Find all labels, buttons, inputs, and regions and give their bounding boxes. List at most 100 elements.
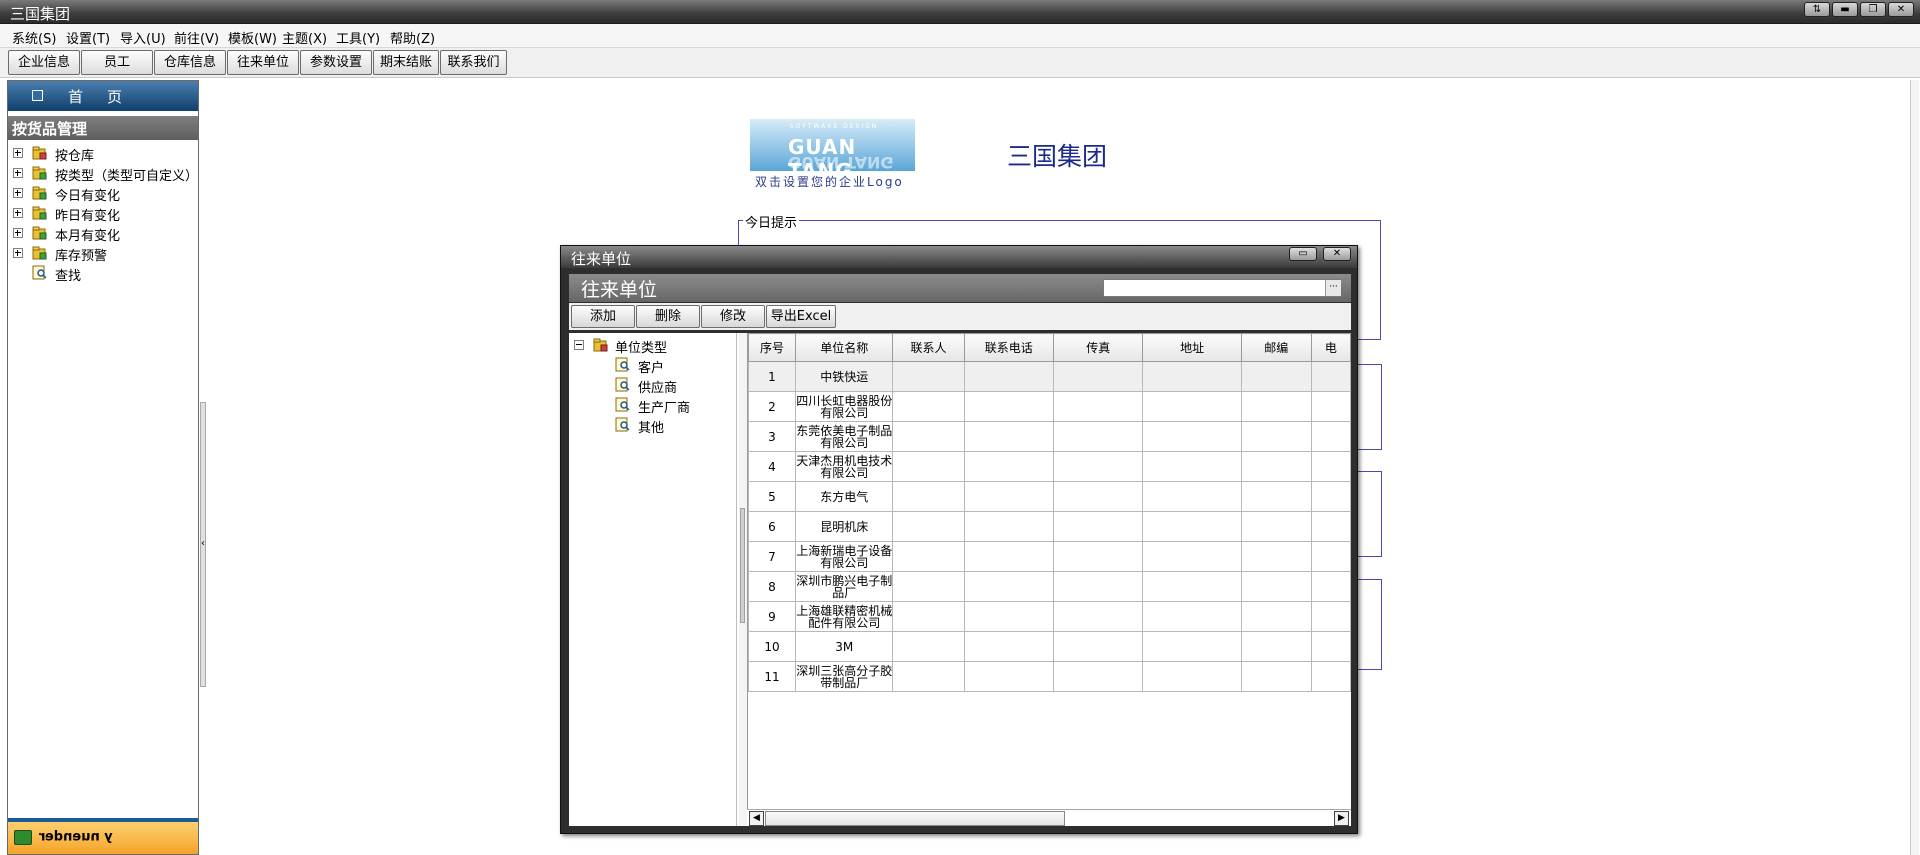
row-number-cell[interactable]: 10: [748, 631, 796, 662]
table-cell[interactable]: [1240, 391, 1312, 422]
column-header[interactable]: 序号: [748, 333, 796, 362]
menu-tools[interactable]: 工具(Y): [336, 28, 380, 47]
table-cell[interactable]: [1310, 511, 1351, 542]
unit-name-cell[interactable]: 上海新瑞电子设备有限公司: [794, 541, 894, 572]
unit-name-cell[interactable]: 深圳市鹏兴电子制品厂: [794, 571, 894, 602]
table-row[interactable]: 1 中铁快运: [748, 361, 1351, 392]
grid-horizontal-scrollbar[interactable]: ◀ ▶: [747, 809, 1351, 826]
row-number-cell[interactable]: 6: [748, 511, 796, 542]
expand-icon[interactable]: [13, 188, 23, 198]
dialog-splitter[interactable]: [739, 333, 747, 826]
column-header[interactable]: 电: [1310, 333, 1351, 362]
menu-import[interactable]: 导入(U): [120, 28, 166, 47]
table-cell[interactable]: [1142, 481, 1242, 512]
table-row[interactable]: 11 深圳三张高分子胶带制品厂: [748, 661, 1351, 692]
more-icon[interactable]: ···: [1325, 280, 1341, 296]
unit-name-cell[interactable]: 深圳三张高分子胶带制品厂: [794, 661, 894, 692]
table-cell[interactable]: [1310, 661, 1351, 692]
table-cell[interactable]: [1240, 361, 1312, 392]
scroll-arrows-icon[interactable]: ⇅: [1804, 2, 1830, 17]
table-cell[interactable]: [963, 451, 1054, 482]
minimize-icon[interactable]: ▬: [1832, 2, 1858, 17]
column-header[interactable]: 传真: [1052, 333, 1144, 362]
table-cell[interactable]: [963, 601, 1054, 632]
table-cell[interactable]: [963, 661, 1054, 692]
column-header[interactable]: 联系人: [892, 333, 965, 362]
table-cell[interactable]: [1052, 661, 1144, 692]
menu-template[interactable]: 模板(W): [228, 28, 277, 47]
row-number-cell[interactable]: 4: [748, 451, 796, 482]
collapse-icon[interactable]: [574, 340, 584, 350]
column-header[interactable]: 联系电话: [963, 333, 1054, 362]
close-icon[interactable]: ✕: [1323, 247, 1351, 261]
table-cell[interactable]: [1240, 541, 1312, 572]
table-cell[interactable]: [963, 541, 1054, 572]
home-tab[interactable]: 首页: [8, 81, 198, 111]
maximize-icon[interactable]: ▭: [1289, 247, 1317, 261]
toolbar-company-info-button[interactable]: 企业信息: [8, 50, 80, 75]
table-cell[interactable]: [963, 391, 1054, 422]
row-number-cell[interactable]: 7: [748, 541, 796, 572]
scroll-right-icon[interactable]: ▶: [1334, 811, 1349, 826]
menu-system[interactable]: 系统(S): [12, 28, 56, 47]
table-cell[interactable]: [963, 421, 1054, 452]
table-cell[interactable]: [1240, 571, 1312, 602]
table-cell[interactable]: [1240, 601, 1312, 632]
table-cell[interactable]: [1052, 601, 1144, 632]
table-cell[interactable]: [892, 631, 965, 662]
restore-icon[interactable]: ❐: [1860, 2, 1886, 17]
row-number-cell[interactable]: 9: [748, 601, 796, 632]
menu-settings[interactable]: 设置(T): [66, 28, 110, 47]
table-cell[interactable]: [1310, 541, 1351, 572]
toolbar-parameters-button[interactable]: 参数设置: [300, 50, 372, 75]
table-cell[interactable]: [1052, 541, 1144, 572]
table-row[interactable]: 7 上海新瑞电子设备有限公司: [748, 541, 1351, 572]
table-cell[interactable]: [1310, 601, 1351, 632]
row-number-cell[interactable]: 1: [748, 361, 796, 392]
delete-button[interactable]: 删除: [636, 305, 700, 328]
scroll-thumb[interactable]: [765, 811, 1065, 826]
table-cell[interactable]: [963, 481, 1054, 512]
toolbar-period-close-button[interactable]: 期末结账: [373, 50, 439, 75]
table-cell[interactable]: [892, 391, 965, 422]
table-cell[interactable]: [1142, 631, 1242, 662]
table-cell[interactable]: [1052, 511, 1144, 542]
table-row[interactable]: 8 深圳市鹏兴电子制品厂: [748, 571, 1351, 602]
expand-icon[interactable]: [13, 208, 23, 218]
table-cell[interactable]: [1052, 391, 1144, 422]
dialog-title-bar[interactable]: 往来单位 ▭ ✕: [561, 246, 1357, 268]
toolbar-partners-button[interactable]: 往来单位: [227, 50, 299, 75]
toolbar-warehouse-button[interactable]: 仓库信息: [154, 50, 226, 75]
row-number-cell[interactable]: 11: [748, 661, 796, 692]
table-cell[interactable]: [1142, 361, 1242, 392]
table-cell[interactable]: [892, 541, 965, 572]
table-row[interactable]: 6 昆明机床: [748, 511, 1351, 542]
table-cell[interactable]: [1142, 421, 1242, 452]
table-cell[interactable]: [1142, 661, 1242, 692]
sidebar-bottom-panel[interactable]: ɹǝpuǝnu ʎ: [8, 818, 198, 854]
splitter-handle[interactable]: [740, 508, 745, 623]
table-cell[interactable]: [892, 451, 965, 482]
table-cell[interactable]: [1052, 361, 1144, 392]
table-cell[interactable]: [1310, 481, 1351, 512]
edit-button[interactable]: 修改: [701, 305, 765, 328]
table-cell[interactable]: [1052, 451, 1144, 482]
table-row[interactable]: 2 四川长虹电器股份有限公司: [748, 391, 1351, 422]
row-number-cell[interactable]: 5: [748, 481, 796, 512]
table-cell[interactable]: [1142, 511, 1242, 542]
table-cell[interactable]: [1310, 421, 1351, 452]
dialog-search-input[interactable]: [1103, 279, 1341, 297]
table-cell[interactable]: [1142, 391, 1242, 422]
table-cell[interactable]: [1240, 481, 1312, 512]
expand-icon[interactable]: [13, 248, 23, 258]
sidebar-section-header[interactable]: 按货品管理: [8, 116, 198, 140]
table-cell[interactable]: [1142, 451, 1242, 482]
table-cell[interactable]: [1240, 421, 1312, 452]
unit-name-cell[interactable]: 东莞依美电子制品有限公司: [794, 421, 894, 452]
table-cell[interactable]: [1240, 661, 1312, 692]
table-cell[interactable]: [1310, 571, 1351, 602]
row-number-cell[interactable]: 2: [748, 391, 796, 422]
unit-name-cell[interactable]: 上海雄联精密机械配件有限公司: [794, 601, 894, 632]
table-cell[interactable]: [1310, 631, 1351, 662]
table-cell[interactable]: [1142, 571, 1242, 602]
